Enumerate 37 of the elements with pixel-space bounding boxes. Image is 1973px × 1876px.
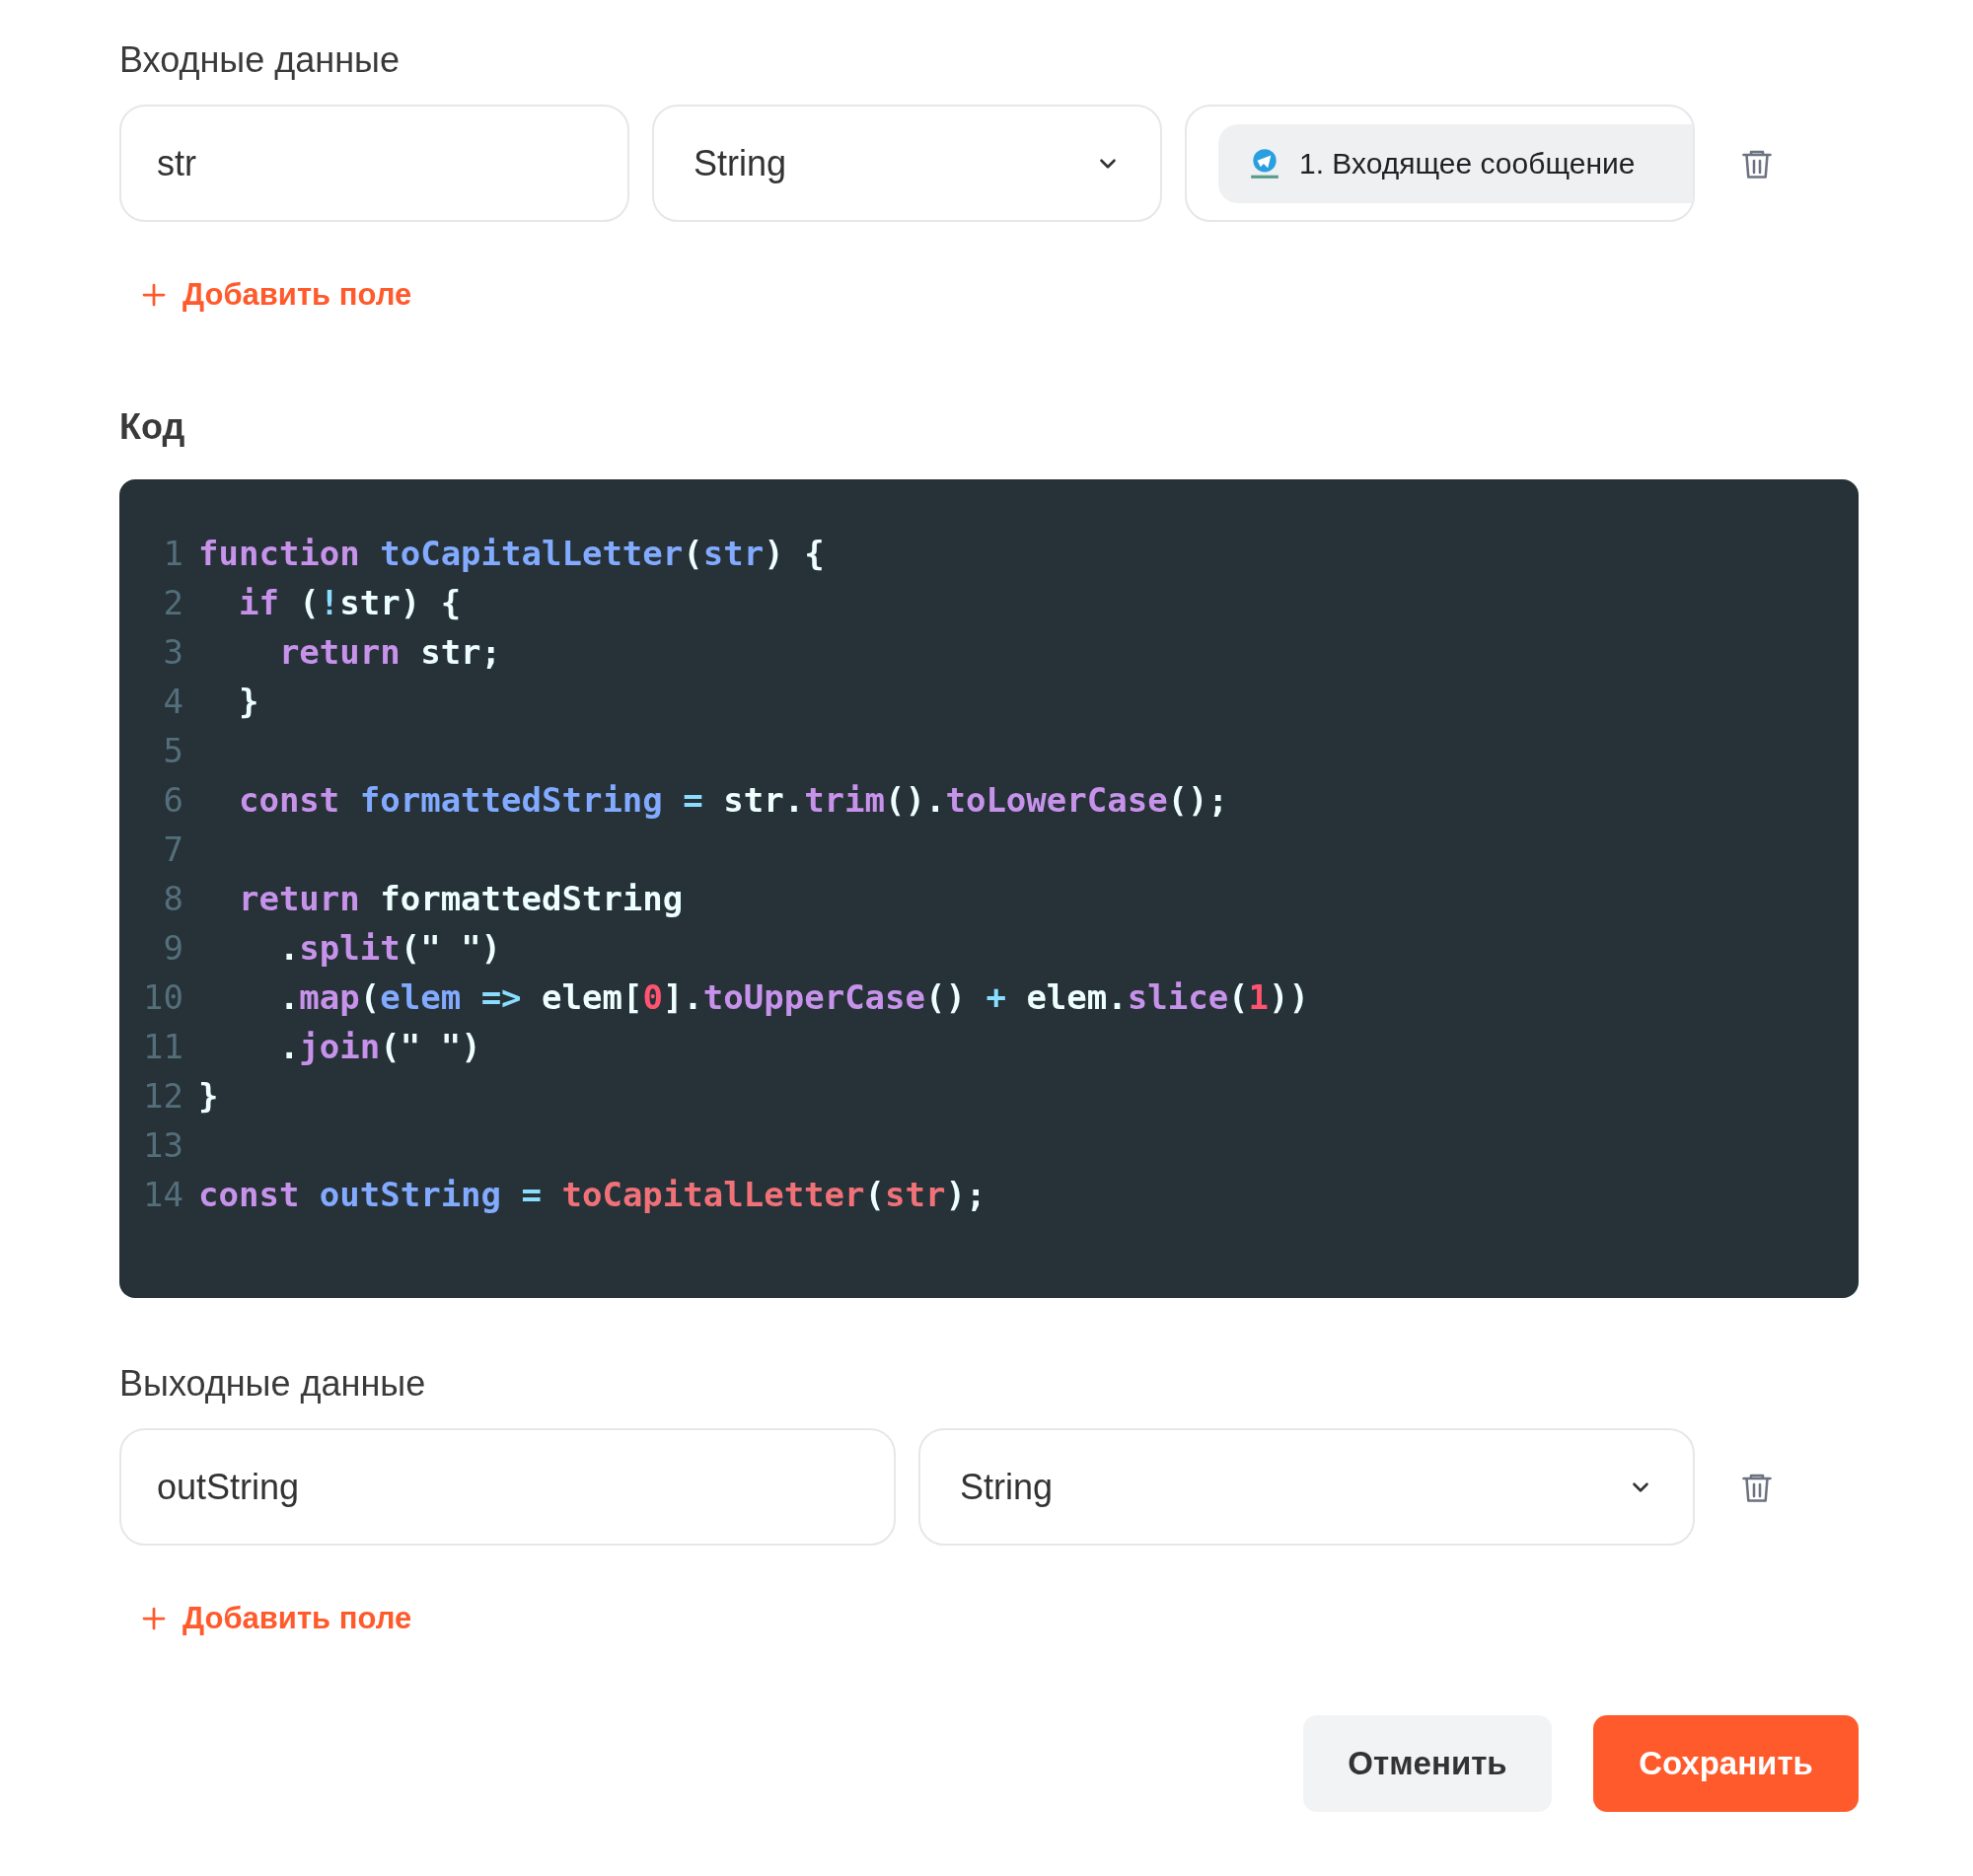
- line-number: 3: [162, 631, 183, 674]
- code-line: const outString = toCapitalLetter(str);: [198, 1174, 986, 1216]
- code-line: const formattedString = str.trim().toLowerCase();: [237, 779, 1229, 822]
- line-number: 11: [142, 1026, 183, 1068]
- code-line: .split(" "): [277, 927, 502, 970]
- line-number: 8: [162, 878, 183, 920]
- line-number: 14: [142, 1174, 183, 1216]
- messenger-badge-icon: [1248, 146, 1281, 180]
- name-input[interactable]: outString: [119, 1428, 896, 1546]
- line-number: 9: [162, 927, 183, 970]
- code-line: function toCapitalLetter(str) {: [198, 533, 825, 575]
- line-number: 6: [162, 779, 183, 822]
- line-number: 1: [162, 533, 183, 575]
- section-title: Входные данные: [119, 39, 401, 81]
- code-line: return formattedString: [237, 878, 684, 920]
- name-input[interactable]: str: [119, 105, 629, 222]
- line-number: 4: [162, 681, 183, 723]
- line-number: 12: [142, 1075, 183, 1118]
- section-title: Выходные данные: [119, 1363, 427, 1405]
- line-number: 2: [162, 582, 183, 624]
- code-line: .map(elem => elem[0].toUpperCase() + elem.slice(1)): [277, 976, 1310, 1019]
- type-dropdown[interactable]: String: [918, 1428, 1695, 1546]
- line-number: 13: [142, 1124, 183, 1167]
- code-editor[interactable]: [119, 479, 1859, 1298]
- line-number: 7: [162, 829, 183, 871]
- source-field[interactable]: 1. Входящее сообщение: [1185, 105, 1695, 222]
- source-chip[interactable]: 1. Входящее сообщение: [1218, 123, 1693, 203]
- code-line: if (!str) {: [237, 582, 462, 624]
- line-number: 5: [162, 730, 183, 772]
- cancel-button[interactable]: Отменить: [1303, 1715, 1552, 1812]
- section-title: Код: [119, 406, 186, 448]
- code-line: }: [237, 681, 259, 723]
- code-line: .join(" "): [277, 1026, 481, 1068]
- code-line: return str;: [277, 631, 502, 674]
- line-number: 10: [142, 976, 183, 1019]
- type-dropdown[interactable]: String: [652, 105, 1162, 222]
- code-line: }: [198, 1075, 219, 1118]
